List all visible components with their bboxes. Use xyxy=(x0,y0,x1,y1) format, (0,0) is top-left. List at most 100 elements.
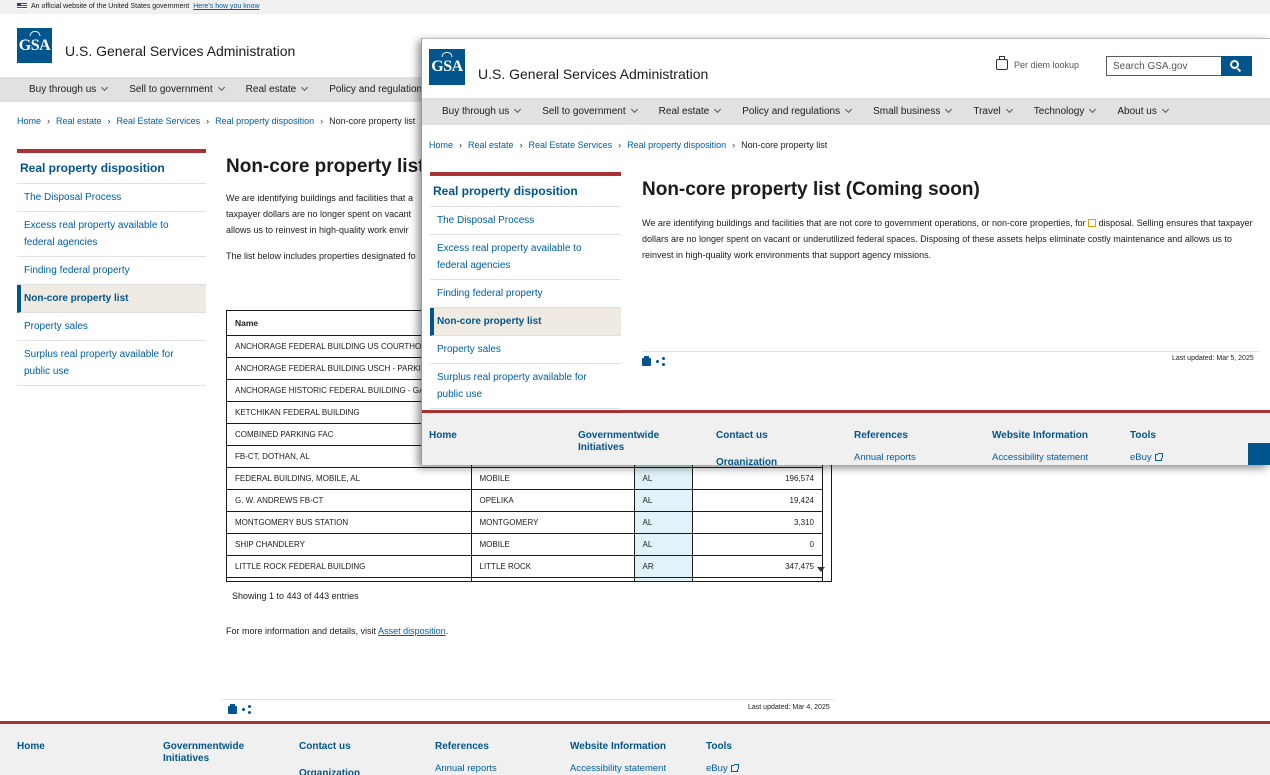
list-note: The list below includes properties desig… xyxy=(226,251,416,261)
last-updated: Last updated: Mar 4, 2025 xyxy=(748,704,830,711)
cell-name: G. W. ANDREWS FB-CT xyxy=(227,489,472,512)
page-tools xyxy=(228,703,251,714)
footer-annual-reports[interactable]: Annual reports xyxy=(435,763,497,774)
nav-buy-through-us[interactable]: Buy through us xyxy=(442,106,520,117)
nav-buy-through-us[interactable]: Buy through us xyxy=(29,84,107,95)
table-row: MONTGOMERY BUS STATION MONTGOMERY AL 3,310 xyxy=(227,511,823,534)
share-icon[interactable] xyxy=(656,357,665,366)
footer-contact[interactable]: Contact us xyxy=(716,430,777,442)
footer-home[interactable]: Home xyxy=(429,430,457,442)
cell-state: AR xyxy=(634,577,693,581)
crumb-services[interactable]: Real Estate Services xyxy=(117,116,201,126)
sidenav-title[interactable]: Real property disposition xyxy=(430,176,621,207)
footer-ebuy[interactable]: eBuy xyxy=(706,763,739,774)
entries-count: Showing 1 to 443 of 443 entries xyxy=(232,591,359,601)
chevron-right-icon: › xyxy=(618,140,622,150)
footer-website-info[interactable]: Website Information xyxy=(992,430,1088,442)
cell-city: MOBILE xyxy=(471,533,635,556)
asset-disposition-link[interactable]: Asset disposition xyxy=(378,626,446,636)
cell-name: SHIP CHANDLERY xyxy=(227,533,472,556)
book-icon xyxy=(1088,219,1097,227)
print-icon[interactable] xyxy=(228,703,237,714)
footer-organization[interactable]: Organization xyxy=(716,457,777,465)
footer-ebuy[interactable]: eBuy xyxy=(1130,452,1163,463)
nav-travel[interactable]: Travel xyxy=(973,106,1011,117)
cell-name: FEDERAL BUILDING, MOBILE, AL xyxy=(227,467,472,490)
share-icon[interactable] xyxy=(242,705,251,714)
crumb-real-estate[interactable]: Real estate xyxy=(468,140,514,150)
footer-organization[interactable]: Organization xyxy=(299,768,360,775)
print-icon[interactable] xyxy=(642,355,651,366)
nav-policy-regulations[interactable]: Policy and regulations xyxy=(742,106,851,117)
gsa-logo[interactable]: GSA xyxy=(17,28,52,63)
search-icon xyxy=(1230,60,1239,69)
footer-references[interactable]: References xyxy=(435,741,497,753)
sidenav-item-disposal-process[interactable]: The Disposal Process xyxy=(17,184,206,212)
table-row: LITTLE ROCK FEDERAL PARKING LOTLITTLE RO… xyxy=(227,577,823,581)
search-button[interactable] xyxy=(1221,56,1252,76)
intro-text: We are identifying buildings and facilit… xyxy=(226,193,413,235)
crumb-disposition[interactable]: Real property disposition xyxy=(627,140,726,150)
cell-city: LITTLE ROCK xyxy=(471,555,635,578)
nav-technology[interactable]: Technology xyxy=(1034,106,1096,117)
sidenav-item-finding-property[interactable]: Finding federal property xyxy=(17,257,206,285)
cell-city: OPELIKA xyxy=(471,489,635,512)
side-nav: Real property disposition The Disposal P… xyxy=(430,172,621,409)
cell-state: AL xyxy=(634,533,693,556)
sidenav-item-disposal-process[interactable]: The Disposal Process xyxy=(430,207,621,235)
sidenav-item-excess-property[interactable]: Excess real property available to federa… xyxy=(430,235,621,280)
nav-sell-to-government[interactable]: Sell to government xyxy=(129,84,223,95)
footer-govwide[interactable]: Governmentwide Initiatives xyxy=(578,430,678,454)
footer-govwide[interactable]: Governmentwide Initiatives xyxy=(163,741,263,765)
search-input[interactable]: Search GSA.gov xyxy=(1106,56,1222,76)
footer-tools[interactable]: Tools xyxy=(706,741,738,753)
page-title: Non-core property list xyxy=(226,156,425,177)
per-diem-lookup[interactable]: Per diem lookup xyxy=(996,56,1079,70)
page-tools xyxy=(642,355,665,366)
footer-contact[interactable]: Contact us xyxy=(299,741,360,753)
sidenav-item-property-sales[interactable]: Property sales xyxy=(430,336,621,364)
divider xyxy=(222,699,834,700)
nav-sell-to-government[interactable]: Sell to government xyxy=(542,106,636,117)
chevron-right-icon: › xyxy=(732,140,736,150)
sidenav-item-non-core[interactable]: Non-core property list xyxy=(17,285,206,313)
overlay-window: GSA U.S. General Services Administration… xyxy=(421,38,1270,465)
footer-home[interactable]: Home xyxy=(17,741,45,753)
site-title[interactable]: U.S. General Services Administration xyxy=(478,66,708,82)
nav-real-estate[interactable]: Real estate xyxy=(246,84,308,95)
footer-annual-reports[interactable]: Annual reports xyxy=(854,452,916,463)
crumb-current: Non-core property list xyxy=(329,116,416,126)
divider xyxy=(642,351,1259,352)
site-title[interactable]: U.S. General Services Administration xyxy=(65,43,295,59)
sidenav-title[interactable]: Real property disposition xyxy=(17,153,206,184)
sidenav-item-property-sales[interactable]: Property sales xyxy=(17,313,206,341)
crumb-home[interactable]: Home xyxy=(17,116,41,126)
crumb-current: Non-core property list xyxy=(741,140,828,150)
crumb-home[interactable]: Home xyxy=(429,140,453,150)
crumb-disposition[interactable]: Real property disposition xyxy=(215,116,314,126)
cell-state: AR xyxy=(634,555,693,578)
footer-accessibility[interactable]: Accessibility statement xyxy=(570,763,666,774)
crumb-real-estate[interactable]: Real estate xyxy=(56,116,102,126)
cell-name: MONTGOMERY BUS STATION xyxy=(227,511,472,534)
sidenav-item-excess-property[interactable]: Excess real property available to federa… xyxy=(17,212,206,257)
crumb-services[interactable]: Real Estate Services xyxy=(529,140,613,150)
breadcrumb: Home › Real estate › Real Estate Services › Re… xyxy=(17,116,415,126)
sidenav-item-surplus[interactable]: Surplus real property available for publ… xyxy=(17,341,206,386)
scroll-down-icon[interactable] xyxy=(817,567,825,572)
gsa-logo[interactable]: GSA xyxy=(429,49,465,85)
sidenav-item-non-core[interactable]: Non-core property list xyxy=(430,308,621,336)
footer-accessibility[interactable]: Accessibility statement xyxy=(992,452,1088,463)
feedback-tab[interactable] xyxy=(1248,443,1270,465)
sidenav-item-finding-property[interactable]: Finding federal property xyxy=(430,280,621,308)
nav-about-us[interactable]: About us xyxy=(1117,106,1167,117)
nav-small-business[interactable]: Small business xyxy=(873,106,951,117)
sidenav-item-surplus[interactable]: Surplus real property available for publ… xyxy=(430,364,621,409)
gov-banner: An official website of the United States… xyxy=(0,0,1270,14)
footer: Home Governmentwide Initiatives Contact … xyxy=(422,410,1270,465)
footer-website-info[interactable]: Website Information xyxy=(570,741,666,753)
heres-how-you-know-link[interactable]: Here's how you know xyxy=(193,3,259,10)
footer-tools[interactable]: Tools xyxy=(1130,430,1162,442)
nav-real-estate[interactable]: Real estate xyxy=(659,106,721,117)
footer-references[interactable]: References xyxy=(854,430,916,442)
